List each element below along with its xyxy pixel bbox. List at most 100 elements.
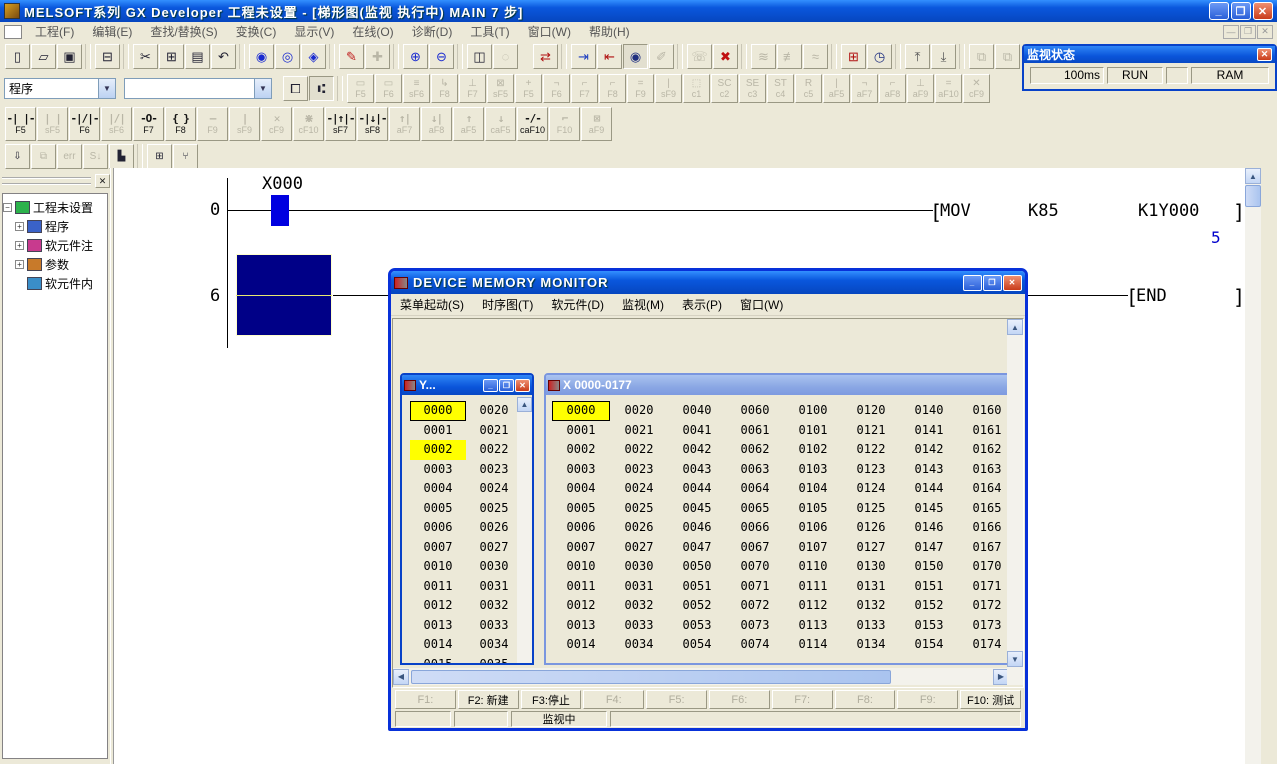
- sfc-symbol-aF5-button[interactable]: |aF5: [823, 74, 850, 103]
- device-cell[interactable]: 0121: [842, 421, 900, 441]
- io-transfer-icon[interactable]: ⇄: [533, 44, 558, 69]
- device-cell[interactable]: 0124: [842, 479, 900, 499]
- ladder-symbol-sF8-button[interactable]: -|↓|-sF8: [357, 107, 388, 141]
- device-cell[interactable]: 0024: [610, 479, 668, 499]
- device-cell[interactable]: 0023: [610, 460, 668, 480]
- rung0-operand2[interactable]: K1Y000: [1138, 201, 1199, 221]
- sfc-symbol-sF5-button[interactable]: ⊠sF5: [487, 74, 514, 103]
- device-cell[interactable]: 0153: [900, 616, 958, 636]
- device-cell[interactable]: 0170: [958, 557, 1012, 577]
- menu-item[interactable]: 时序图(T): [473, 294, 542, 315]
- menu-item[interactable]: 软元件(D): [542, 294, 613, 315]
- sfc-symbol-F8-button[interactable]: ↳F8: [431, 74, 458, 103]
- open-project-icon[interactable]: ▱: [31, 44, 56, 69]
- close-icon[interactable]: ✕: [1257, 48, 1272, 61]
- device-cell[interactable]: 0013: [552, 616, 610, 636]
- close-button[interactable]: ✕: [1253, 2, 1273, 20]
- sfc-symbol-c3-button[interactable]: SEc3: [739, 74, 766, 103]
- write-mode-icon[interactable]: ✎: [339, 44, 364, 69]
- device-cell[interactable]: 0014: [410, 635, 466, 655]
- close-button[interactable]: ✕: [1003, 275, 1022, 291]
- error-jump-icon[interactable]: err: [57, 144, 82, 169]
- function-key-button[interactable]: F9:: [897, 690, 958, 709]
- tree-item[interactable]: +软元件内: [3, 274, 107, 293]
- device-cell[interactable]: 0071: [726, 577, 784, 597]
- branch-icon[interactable]: ⑂: [173, 144, 198, 169]
- device-cell[interactable]: 0013: [410, 616, 466, 636]
- device-cell[interactable]: 0066: [726, 518, 784, 538]
- device-cell[interactable]: 0012: [410, 596, 466, 616]
- device-cell[interactable]: 0027: [466, 538, 522, 558]
- sfc-symbol-aF9-button[interactable]: ⊥aF9: [907, 74, 934, 103]
- sfc-symbol-c2-button[interactable]: SCc2: [711, 74, 738, 103]
- monitor-mode-icon[interactable]: ◉: [623, 44, 648, 69]
- device-cell[interactable]: 0105: [784, 499, 842, 519]
- sfc-symbol-F6-button[interactable]: ▭F6: [375, 74, 402, 103]
- device-cell[interactable]: 0131: [842, 577, 900, 597]
- device-cell[interactable]: 0020: [466, 401, 522, 421]
- scroll-up-icon[interactable]: ▲: [1245, 168, 1261, 184]
- device-cell[interactable]: 0032: [466, 596, 522, 616]
- sfc-symbol-cF9-button[interactable]: ✕cF9: [963, 74, 990, 103]
- menu-item[interactable]: 帮助(H): [580, 21, 639, 42]
- ladder-symbol-F8-button[interactable]: { }F8: [165, 107, 196, 141]
- function-key-button[interactable]: F2: 新建: [458, 690, 519, 709]
- jump-top-icon[interactable]: ⤒: [905, 44, 930, 69]
- device-cell[interactable]: 0125: [842, 499, 900, 519]
- ladder-monitor-icon[interactable]: ⧠: [283, 76, 308, 101]
- ladder-symbol-sF5-button[interactable]: | |sF5: [37, 107, 68, 141]
- sfc-symbol-F7-button[interactable]: ⊥F7: [459, 74, 486, 103]
- device-cell[interactable]: 0100: [784, 401, 842, 421]
- download-icon[interactable]: ⇩: [5, 144, 30, 169]
- ladder-symbol-aF5-button[interactable]: ↑aF5: [453, 107, 484, 141]
- device-cell[interactable]: 0033: [610, 616, 668, 636]
- program-select[interactable]: 程序 ▼: [4, 78, 116, 99]
- zoom-out-icon[interactable]: ⊖: [429, 44, 454, 69]
- rung0-instruction[interactable]: MOV: [940, 201, 971, 221]
- maximize-button[interactable]: ❐: [499, 379, 514, 392]
- ladder-symbol-F6-button[interactable]: -|/|-F6: [69, 107, 100, 141]
- mdi-vscrollbar[interactable]: ▲ ▼: [1007, 319, 1023, 685]
- device-cell[interactable]: 0147: [900, 538, 958, 558]
- device-cell[interactable]: 0067: [726, 538, 784, 558]
- jump-end-icon[interactable]: ⤓: [931, 44, 956, 69]
- device-test-icon[interactable]: ✚: [365, 44, 390, 69]
- restore-button[interactable]: ❐: [1231, 2, 1251, 20]
- close-panel-icon[interactable]: ✕: [95, 174, 110, 188]
- minimize-button[interactable]: _: [483, 379, 498, 392]
- device-cell[interactable]: 0022: [466, 440, 522, 460]
- device-cell[interactable]: 0146: [900, 518, 958, 538]
- menu-item[interactable]: 窗口(W): [519, 21, 580, 42]
- menu-item[interactable]: 变换(C): [227, 21, 286, 42]
- device-cell[interactable]: 0134: [842, 635, 900, 655]
- device-cell[interactable]: 0040: [668, 401, 726, 421]
- sfc-symbol-aF7-button[interactable]: ¬aF7: [851, 74, 878, 103]
- device-cell[interactable]: 0006: [410, 518, 466, 538]
- device-cell[interactable]: 0152: [900, 596, 958, 616]
- device-cell[interactable]: 0143: [900, 460, 958, 480]
- device-cell[interactable]: 0167: [958, 538, 1012, 558]
- sfc-symbol-F9-button[interactable]: =F9: [627, 74, 654, 103]
- x-window-titlebar[interactable]: X 0000-0177: [546, 375, 1010, 395]
- device-cell[interactable]: 0145: [900, 499, 958, 519]
- write-mode2-icon[interactable]: ⇤: [597, 44, 622, 69]
- paste-icon[interactable]: ▤: [185, 44, 210, 69]
- zoom-in-icon[interactable]: ⊕: [403, 44, 428, 69]
- device-cell[interactable]: 0166: [958, 518, 1012, 538]
- device-cell[interactable]: 0161: [958, 421, 1012, 441]
- ladder-symbol-F9-button[interactable]: —F9: [197, 107, 228, 141]
- plc-read-icon[interactable]: ☏: [687, 44, 712, 69]
- device-cell[interactable]: 0074: [726, 635, 784, 655]
- save-project-icon[interactable]: ▣: [57, 44, 82, 69]
- device-cell[interactable]: 0003: [552, 460, 610, 480]
- device-cell[interactable]: 0034: [466, 635, 522, 655]
- chevron-down-icon[interactable]: ▼: [98, 79, 115, 98]
- ladder-symbol-F5-button[interactable]: -| |-F5: [5, 107, 36, 141]
- device-cell[interactable]: 0101: [784, 421, 842, 441]
- minimize-button[interactable]: _: [963, 275, 982, 291]
- device-cell[interactable]: 0001: [410, 421, 466, 441]
- tree-expand-icon[interactable]: +: [15, 241, 24, 250]
- sfc-symbol-F5-button[interactable]: ▭F5: [347, 74, 374, 103]
- ladder-symbol-caF10-button[interactable]: -/-caF10: [517, 107, 548, 141]
- rung0-contact-energized[interactable]: [271, 195, 289, 226]
